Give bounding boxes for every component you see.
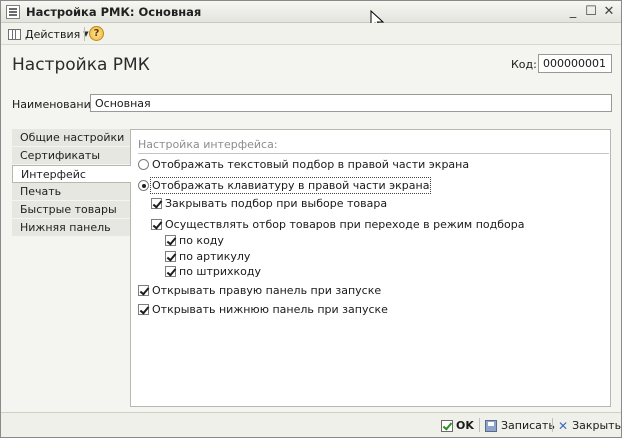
checkbox-open-right-panel[interactable]: Открывать правую панель при запуске: [138, 284, 381, 297]
radio-text-selection[interactable]: Отображать текстовый подбор в правой час…: [138, 158, 469, 171]
window-title: Настройка РМК: Основная: [26, 5, 202, 19]
help-button[interactable]: ?: [89, 26, 104, 41]
close-button[interactable]: ✕ Закрыть: [558, 417, 621, 434]
ok-check-icon: [441, 419, 453, 432]
bottom-command-bar: OK Записать ✕ Закрыть: [1, 412, 621, 437]
checkbox-by-code[interactable]: по коду: [165, 234, 224, 247]
save-button[interactable]: Записать: [485, 417, 555, 434]
name-field[interactable]: [90, 94, 612, 112]
ok-button[interactable]: OK: [441, 417, 474, 434]
checkbox[interactable]: [165, 235, 176, 246]
checkbox-by-barcode[interactable]: по штрихкоду: [165, 265, 261, 278]
section-divider: [138, 153, 609, 154]
nav-item-bottom-panel[interactable]: Нижняя панель: [12, 219, 130, 237]
checkbox-filter-on-select[interactable]: Осуществлять отбор товаров при переходе …: [151, 218, 525, 231]
settings-window: Настройка РМК: Основная _ ☐ ✕ Действия ▼…: [0, 0, 622, 438]
checkbox-label: Открывать правую панель при запуске: [152, 284, 382, 297]
command-divider: [552, 418, 553, 432]
checkbox-open-bottom-panel[interactable]: Открывать нижнюю панель при запуске: [138, 303, 388, 316]
checkbox[interactable]: [138, 285, 149, 296]
title-bar[interactable]: Настройка РМК: Основная _ ☐ ✕: [1, 1, 621, 23]
section-heading: Настройка интерфейса:: [138, 138, 278, 151]
actions-label: Действия: [25, 27, 81, 41]
command-divider: [479, 418, 480, 432]
interface-settings-panel: Настройка интерфейса: Отображать текстов…: [130, 129, 611, 407]
radio-label: Отображать текстовый подбор в правой час…: [152, 158, 470, 171]
nav-item-quick-goods[interactable]: Быстрые товары: [12, 201, 130, 219]
checkbox-close-on-select[interactable]: Закрывать подбор при выборе товара: [151, 197, 387, 210]
settings-nav: Общие настройки Сертификаты Интерфейс Пе…: [12, 129, 131, 237]
save-label: Записать: [501, 419, 555, 432]
page-title: Настройка РМК: [12, 55, 150, 75]
checkbox-label: Осуществлять отбор товаров при переходе …: [165, 218, 525, 231]
ok-label: OK: [456, 419, 474, 432]
checkbox[interactable]: [151, 219, 162, 230]
checkbox-label: по штрихкоду: [179, 265, 262, 278]
close-icon: ✕: [558, 418, 569, 433]
actions-icon: [8, 28, 21, 40]
checkbox-label: Закрывать подбор при выборе товара: [165, 197, 388, 210]
radio-label: Отображать клавиатуру в правой части экр…: [149, 177, 432, 194]
checkbox-label: по артикулу: [179, 250, 251, 263]
checkbox-label: по коду: [179, 234, 224, 247]
actions-menu-button[interactable]: Действия ▼: [6, 25, 92, 43]
checkbox[interactable]: [138, 304, 149, 315]
radio-button[interactable]: [138, 159, 149, 170]
checkbox[interactable]: [165, 251, 176, 262]
save-disk-icon: [485, 419, 497, 432]
toolbar-divider: [84, 27, 85, 41]
toolbar: Действия ▼ ?: [1, 23, 621, 45]
minimize-button[interactable]: _: [564, 3, 582, 20]
nav-item-certificates[interactable]: Сертификаты: [12, 147, 130, 165]
code-field[interactable]: [538, 54, 612, 73]
code-label: Код:: [511, 58, 537, 71]
checkbox-label: Открывать нижнюю панель при запуске: [152, 303, 388, 316]
name-label: Наименование:: [12, 98, 102, 111]
checkbox-by-article[interactable]: по артикулу: [165, 250, 250, 263]
maximize-button[interactable]: ☐: [582, 3, 600, 20]
close-window-button[interactable]: ✕: [600, 3, 618, 20]
radio-button[interactable]: [138, 180, 149, 191]
nav-item-print[interactable]: Печать: [12, 183, 130, 201]
close-label: Закрыть: [572, 419, 622, 432]
checkbox[interactable]: [165, 266, 176, 277]
checkbox[interactable]: [151, 198, 162, 209]
form-icon: [6, 5, 20, 19]
radio-keyboard[interactable]: Отображать клавиатуру в правой части экр…: [138, 177, 432, 194]
nav-item-interface[interactable]: Интерфейс: [12, 165, 131, 183]
nav-item-general[interactable]: Общие настройки: [12, 129, 130, 147]
